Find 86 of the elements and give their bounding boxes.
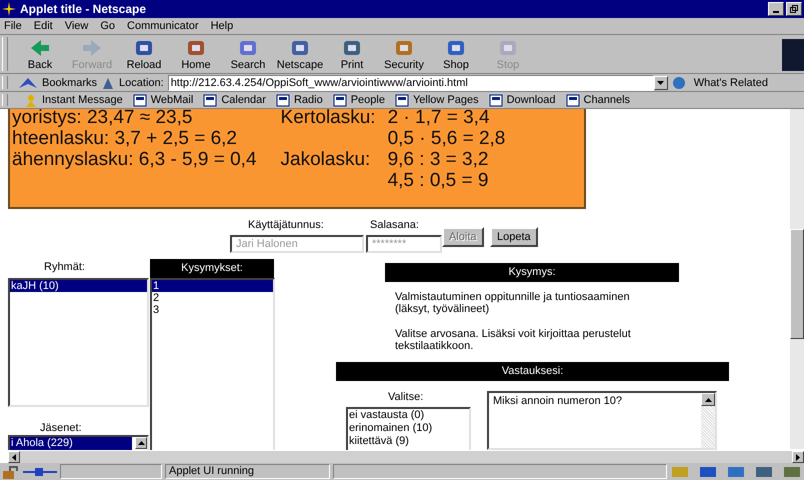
connection-icon bbox=[23, 466, 57, 478]
formula-text: yoristys: 23,47 ≈ 23,5 bbox=[12, 109, 194, 128]
toolbar-button[interactable]: Netscape bbox=[274, 35, 326, 73]
toolbar-button[interactable]: Home bbox=[170, 35, 222, 73]
menu-item[interactable]: File bbox=[4, 20, 22, 32]
location-label: Location: bbox=[119, 76, 164, 88]
formula-text: 2 · 1,7 = 3,4 bbox=[388, 109, 491, 128]
choose-label: Valitse: bbox=[388, 391, 424, 403]
questions-header: Kysymykset: bbox=[150, 259, 274, 278]
bookmark-link[interactable]: Calendar bbox=[203, 94, 266, 106]
list-item[interactable]: erinomainen (10) bbox=[348, 422, 469, 435]
members-list[interactable]: i Ahola (229) bbox=[8, 435, 149, 450]
questions-list[interactable]: 1 2 3 bbox=[150, 278, 275, 450]
page-icon bbox=[488, 94, 503, 106]
groups-label: Ryhmät: bbox=[44, 261, 85, 273]
toolbar-button[interactable]: Back bbox=[14, 35, 66, 73]
toolbar-button[interactable]: Security bbox=[378, 35, 430, 73]
username-label: Käyttäjätunnus: bbox=[248, 219, 324, 231]
minimize-button[interactable] bbox=[768, 2, 784, 16]
bookmark-link[interactable]: Download bbox=[488, 94, 556, 106]
arrow-icon bbox=[29, 38, 51, 58]
groups-list[interactable]: kaJH (10) bbox=[8, 278, 149, 407]
question-text: Valmistautuminen oppitunnille ja tuntiosaaminen (läksyt, työvälineet) bbox=[395, 291, 631, 315]
formula-label: Jakolasku: bbox=[280, 149, 372, 170]
list-item[interactable]: 3 bbox=[152, 304, 273, 316]
answer-header: Vastauksesi: bbox=[336, 362, 729, 381]
page-icon bbox=[566, 94, 580, 106]
menu-item[interactable]: Communicator bbox=[127, 20, 199, 32]
toolbar-button[interactable]: Reload bbox=[118, 35, 170, 73]
menu-item[interactable]: Edit bbox=[34, 20, 53, 32]
vertical-scrollbar[interactable] bbox=[790, 109, 804, 449]
bookmark-link[interactable]: Instant Message bbox=[24, 94, 123, 106]
page-icon bbox=[276, 94, 290, 106]
menu-item[interactable]: Help bbox=[210, 20, 234, 32]
list-item[interactable]: 2 bbox=[152, 292, 273, 304]
formula-text: 9,6 : 3 = 3,2 bbox=[388, 149, 490, 170]
scroll-up-button[interactable] bbox=[135, 437, 147, 449]
caret-icon bbox=[138, 441, 144, 445]
window-title: Applet title - Netscape bbox=[20, 2, 148, 16]
page-icon bbox=[332, 94, 347, 106]
menu-item[interactable]: Go bbox=[100, 20, 116, 32]
caret-icon bbox=[657, 80, 664, 84]
question-text: Valitse arvosana. Lisäksi voit kirjoittaa perustelut tekstilaatikkoon. bbox=[395, 328, 632, 352]
arrow-icon bbox=[81, 38, 103, 58]
horizontal-scrollbar[interactable] bbox=[8, 451, 804, 463]
password-label: Salasana: bbox=[370, 219, 419, 231]
app-icon bbox=[2, 2, 16, 16]
bookmarks-button[interactable]: Bookmarks bbox=[42, 76, 98, 88]
toolbar-button[interactable]: Shop bbox=[430, 35, 482, 73]
person-icon bbox=[24, 94, 38, 106]
left-arrow-icon bbox=[12, 454, 16, 460]
scroll-up-button[interactable] bbox=[701, 393, 715, 406]
formula-label: Kertolasku: bbox=[280, 109, 376, 128]
restore-button[interactable] bbox=[786, 2, 802, 16]
formula-text: 4,5 : 0,5 = 9 bbox=[388, 170, 490, 191]
page-icon bbox=[203, 94, 218, 106]
page-icon bbox=[394, 94, 409, 106]
restore-icon bbox=[790, 5, 798, 13]
list-item[interactable]: kiitettävä (9) bbox=[348, 435, 469, 448]
caret-icon bbox=[704, 398, 712, 402]
toolbar-button[interactable]: Print bbox=[326, 35, 378, 73]
list-item[interactable]: kaJH (10) bbox=[10, 280, 147, 292]
bookmark-link[interactable]: Radio bbox=[276, 94, 323, 106]
answer-text-area[interactable]: Miksi annoin numeron 10? bbox=[487, 391, 717, 450]
page-icon bbox=[132, 94, 147, 106]
url-field[interactable]: http://212.63.4.254/OppiSoft_www/arviointiwww/arviointi.html bbox=[168, 74, 654, 90]
bookmark-link[interactable]: Channels bbox=[566, 94, 630, 106]
bookmark-link[interactable]: WebMail bbox=[132, 94, 194, 106]
list-item[interactable]: 1 bbox=[152, 280, 273, 292]
question-header: Kysymys: bbox=[385, 263, 679, 282]
menu-item[interactable]: View bbox=[64, 20, 88, 32]
right-arrow-icon bbox=[796, 454, 800, 460]
bookmark-link[interactable]: People bbox=[332, 94, 385, 106]
formula-text: 0,5 · 5,6 = 2,8 bbox=[388, 128, 506, 149]
formula-text: hteenlasku: 3,7 + 2,5 = 6,2 bbox=[12, 128, 238, 149]
status-text: Applet UI running bbox=[165, 464, 330, 479]
toolbar-button[interactable]: Search bbox=[222, 35, 274, 73]
list-item[interactable]: i Ahola (229) bbox=[10, 437, 132, 450]
applet-button[interactable]: Lopeta bbox=[490, 227, 538, 247]
bookmark-link[interactable]: Yellow Pages bbox=[394, 94, 479, 106]
formula-text: ähennyslasku: 6,3 - 5,9 = 0,4 bbox=[12, 149, 257, 170]
members-label: Jäsenet: bbox=[40, 422, 82, 434]
dropdown-button[interactable] bbox=[654, 76, 668, 90]
whats-related-button[interactable]: What's Related bbox=[694, 76, 768, 88]
list-item[interactable]: ei vastausta (0) bbox=[348, 409, 469, 422]
grade-list[interactable]: ei vastausta (0) erinomainen (10) kiitettävä (9) bbox=[346, 407, 471, 450]
